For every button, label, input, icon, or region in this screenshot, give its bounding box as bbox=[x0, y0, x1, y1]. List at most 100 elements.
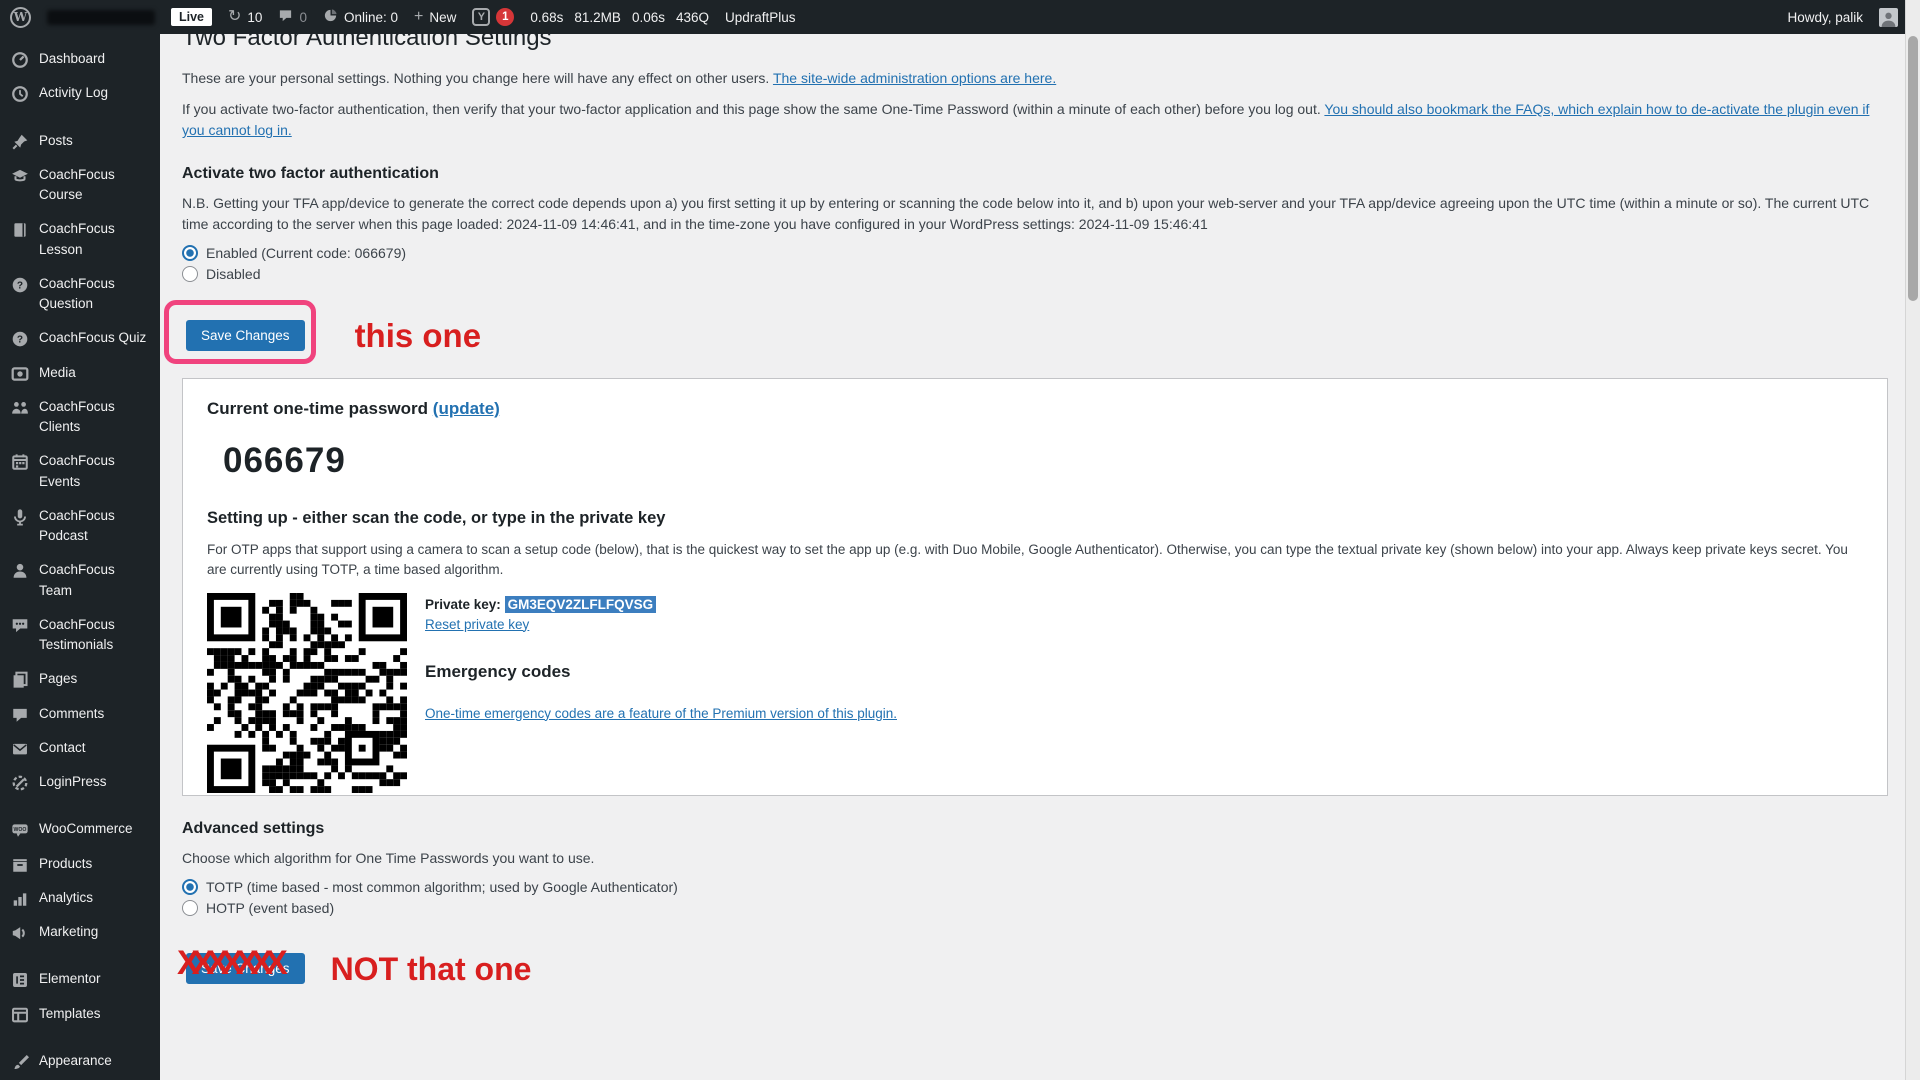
advanced-settings-heading: Advanced settings bbox=[182, 819, 325, 837]
site-wide-options-link[interactable]: The site-wide administration options are… bbox=[773, 70, 1056, 86]
save-changes-button-top[interactable]: Save Changes bbox=[186, 319, 305, 351]
coachfocus-team-icon bbox=[11, 562, 29, 580]
site-name-redacted[interactable] bbox=[47, 9, 155, 25]
stat-memory: 81.2MB bbox=[574, 9, 621, 25]
updates-indicator[interactable]: ↻ 10 bbox=[228, 9, 262, 25]
wordpress-logo-icon[interactable]: W bbox=[10, 6, 31, 28]
current-otp-code: 066679 bbox=[223, 441, 346, 480]
otp-heading: Current one-time password bbox=[207, 399, 429, 418]
loginpress-icon bbox=[11, 774, 29, 792]
radio-selected-icon[interactable] bbox=[182, 878, 198, 895]
refresh-icon: ↻ bbox=[228, 8, 242, 25]
sidebar-separator bbox=[0, 1031, 160, 1044]
sidebar-item-label: Elementor bbox=[39, 971, 101, 987]
posts-icon bbox=[11, 133, 29, 151]
marketing-icon bbox=[11, 924, 29, 942]
performance-stats: 0.68s 81.2MB 0.06s 436Q bbox=[530, 10, 709, 25]
dashboard-icon bbox=[11, 51, 29, 69]
new-menu[interactable]: + New bbox=[414, 9, 456, 25]
top-save-row: Save Changes this one bbox=[164, 300, 1888, 364]
tfa-enabled-radio[interactable]: Enabled (Current code: 066679) bbox=[182, 245, 1888, 261]
sidebar-item-coachfocus-clients[interactable]: CoachFocus Clients bbox=[0, 390, 160, 445]
comments-icon bbox=[11, 706, 29, 724]
sidebar-item-products[interactable]: Products bbox=[0, 847, 160, 881]
sidebar-item-label: CoachFocus Testimonials bbox=[39, 616, 115, 652]
updates-count: 10 bbox=[247, 9, 263, 25]
sidebar-item-loginpress[interactable]: LoginPress bbox=[0, 765, 160, 799]
intro-1-text: These are your personal settings. Nothin… bbox=[182, 70, 770, 86]
sidebar-item-media[interactable]: Media bbox=[0, 356, 160, 390]
radio-unselected-icon[interactable] bbox=[182, 266, 198, 282]
emergency-codes-heading: Emergency codes bbox=[425, 661, 571, 681]
sidebar-item-pages[interactable]: Pages bbox=[0, 662, 160, 696]
intro-paragraph-2: If you activate two-factor authenticatio… bbox=[182, 99, 1888, 141]
bottom-save-row: Save Changes XXXXXXX NOT that one bbox=[177, 946, 1888, 986]
sidebar-item-coachfocus-team[interactable]: CoachFocus Team bbox=[0, 553, 160, 608]
sidebar-item-comments[interactable]: Comments bbox=[0, 697, 160, 731]
sidebar-item-label: Analytics bbox=[39, 889, 94, 905]
sidebar-item-label: CoachFocus Course bbox=[39, 166, 115, 202]
radio-unselected-icon[interactable] bbox=[182, 899, 198, 916]
sidebar-item-label: CoachFocus Team bbox=[39, 562, 115, 598]
sidebar-item-templates[interactable]: Templates bbox=[0, 997, 160, 1031]
coachfocus-question-icon: ? bbox=[11, 276, 29, 294]
stat-query-time: 0.06s bbox=[631, 9, 665, 25]
sidebar-item-elementor[interactable]: Elementor bbox=[0, 962, 160, 996]
sidebar-item-appearance[interactable]: Appearance bbox=[0, 1044, 160, 1078]
sidebar-item-coachfocus-course[interactable]: CoachFocus Course bbox=[0, 158, 160, 213]
setup-heading: Setting up - either scan the code, or ty… bbox=[207, 509, 666, 527]
hotp-radio[interactable]: HOTP (event based) bbox=[182, 899, 1888, 916]
updraftplus-menu[interactable]: UpdraftPlus bbox=[725, 10, 796, 25]
nb-paragraph: N.B. Getting your TFA app/device to gene… bbox=[182, 195, 1870, 232]
sidebar-item-coachfocus-quiz[interactable]: ? CoachFocus Quiz bbox=[0, 321, 160, 355]
sidebar-item-analytics[interactable]: Analytics bbox=[0, 881, 160, 915]
tfa-disabled-radio[interactable]: Disabled bbox=[182, 266, 1888, 282]
sidebar-item-posts[interactable]: Posts bbox=[0, 124, 160, 158]
sidebar-item-dashboard[interactable]: Dashboard bbox=[0, 42, 160, 76]
save-changes-button-bottom[interactable]: Save Changes bbox=[186, 953, 305, 984]
qr-code bbox=[207, 592, 407, 793]
sidebar-item-contact[interactable]: Contact bbox=[0, 731, 160, 765]
sidebar-separator bbox=[0, 949, 160, 962]
sidebar: Dashboard Activity Log Posts CoachFocus Cou… bbox=[0, 34, 160, 1080]
scrollbar-thumb[interactable] bbox=[1908, 36, 1918, 301]
coachfocus-podcast-icon bbox=[11, 508, 29, 526]
comments-count: 0 bbox=[299, 9, 307, 25]
scrollbar-track[interactable] bbox=[1905, 0, 1920, 1080]
sidebar-item-marketing[interactable]: Marketing bbox=[0, 915, 160, 949]
tfa-disabled-label: Disabled bbox=[206, 266, 261, 282]
sidebar-item-coachfocus-lesson[interactable]: CoachFocus Lesson bbox=[0, 212, 160, 267]
update-otp-link[interactable]: (update) bbox=[433, 399, 500, 418]
qr-section: Private key: GM3EQV2ZLFLFQVSG Reset priv… bbox=[207, 592, 1863, 793]
sidebar-item-coachfocus-question[interactable]: ? CoachFocus Question bbox=[0, 267, 160, 322]
online-indicator[interactable]: Online: 0 bbox=[323, 8, 398, 27]
howdy-label[interactable]: Howdy, palik bbox=[1787, 10, 1863, 25]
sidebar-item-coachfocus-events[interactable]: CoachFocus Events bbox=[0, 444, 160, 499]
sidebar-item-label: CoachFocus Question bbox=[39, 275, 115, 311]
comments-indicator[interactable]: 0 bbox=[278, 8, 307, 27]
sidebar-item-label: Posts bbox=[39, 132, 73, 148]
coachfocus-course-icon bbox=[11, 167, 29, 185]
svg-text:?: ? bbox=[17, 335, 23, 346]
sidebar-item-activity-log[interactable]: Activity Log bbox=[0, 76, 160, 110]
radio-selected-icon[interactable] bbox=[182, 245, 198, 261]
avatar bbox=[1879, 7, 1898, 27]
premium-emergency-codes-link[interactable]: One-time emergency codes are a feature o… bbox=[425, 706, 897, 721]
media-icon bbox=[11, 365, 29, 383]
sidebar-item-label: Dashboard bbox=[39, 51, 106, 66]
hotp-label: HOTP (event based) bbox=[206, 899, 335, 916]
reset-private-key-link[interactable]: Reset private key bbox=[425, 617, 529, 632]
plus-icon: + bbox=[414, 8, 424, 25]
sidebar-item-woocommerce[interactable]: WOO WooCommerce bbox=[0, 812, 160, 846]
activity-log-icon bbox=[11, 85, 29, 103]
sidebar-separator bbox=[0, 799, 160, 812]
online-count: Online: 0 bbox=[343, 9, 399, 25]
woocommerce-icon: WOO bbox=[11, 821, 29, 839]
yoast-menu[interactable]: Y 1 bbox=[472, 8, 515, 26]
admin-bar: W Live ↻ 10 0 Online: 0 + New Y 1 0.68s … bbox=[0, 0, 1920, 34]
sidebar-item-label: Marketing bbox=[39, 924, 99, 939]
totp-radio[interactable]: TOTP (time based - most common algorithm… bbox=[182, 878, 1888, 895]
sidebar-item-coachfocus-testimonials[interactable]: CoachFocus Testimonials bbox=[0, 608, 160, 663]
sidebar-item-coachfocus-podcast[interactable]: CoachFocus Podcast bbox=[0, 499, 160, 554]
live-badge[interactable]: Live bbox=[171, 8, 213, 26]
